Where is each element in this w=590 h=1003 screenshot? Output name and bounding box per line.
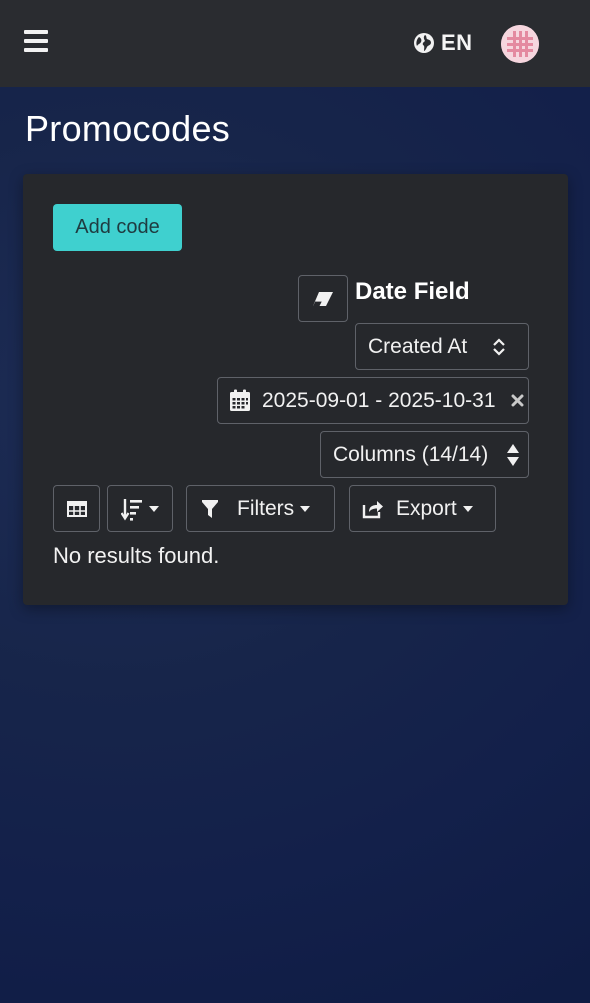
filters-label: Filters xyxy=(237,496,295,520)
sort-button[interactable] xyxy=(107,485,173,532)
eraser-icon xyxy=(312,291,334,307)
sort-amount-icon xyxy=(121,497,143,521)
dropdown-caret-icon xyxy=(149,505,159,512)
columns-select-value: Columns (14/14) xyxy=(333,442,489,466)
add-code-button[interactable]: Add code xyxy=(53,204,182,251)
dropdown-caret-icon xyxy=(300,505,311,512)
share-export-icon xyxy=(362,499,384,519)
globe-icon xyxy=(413,32,435,54)
date-field-select[interactable]: Created At xyxy=(355,323,529,370)
table-view-button[interactable] xyxy=(53,485,100,532)
hamburger-menu-icon[interactable] xyxy=(24,30,48,52)
chevron-up-down-icon xyxy=(492,337,506,357)
calendar-icon xyxy=(228,389,252,413)
language-switcher[interactable]: EN xyxy=(413,30,473,56)
top-navbar: EN xyxy=(0,0,590,87)
language-label: EN xyxy=(441,30,473,55)
export-button[interactable]: Export xyxy=(349,485,496,532)
export-label: Export xyxy=(396,496,457,520)
sort-arrows-icon xyxy=(506,442,520,468)
user-avatar[interactable] xyxy=(501,25,539,63)
date-field-label: Date Field xyxy=(355,278,470,305)
filter-icon xyxy=(201,499,219,519)
clear-x-icon[interactable] xyxy=(511,394,524,407)
empty-state-message: No results found. xyxy=(53,543,220,568)
page-title: Promocodes xyxy=(25,108,231,149)
dropdown-caret-icon xyxy=(462,505,473,512)
date-range-input[interactable]: 2025-09-01 - 2025-10-31 xyxy=(217,377,529,424)
table-icon xyxy=(66,500,87,517)
filters-button[interactable]: Filters xyxy=(186,485,335,532)
clear-date-filter-button[interactable] xyxy=(298,275,348,322)
date-field-select-value: Created At xyxy=(368,334,468,358)
columns-select[interactable]: Columns (14/14) xyxy=(320,431,529,478)
promocodes-card: Add code Date Field Created At 2025-09-0… xyxy=(23,174,568,605)
date-range-value: 2025-09-01 - 2025-10-31 xyxy=(262,388,496,412)
